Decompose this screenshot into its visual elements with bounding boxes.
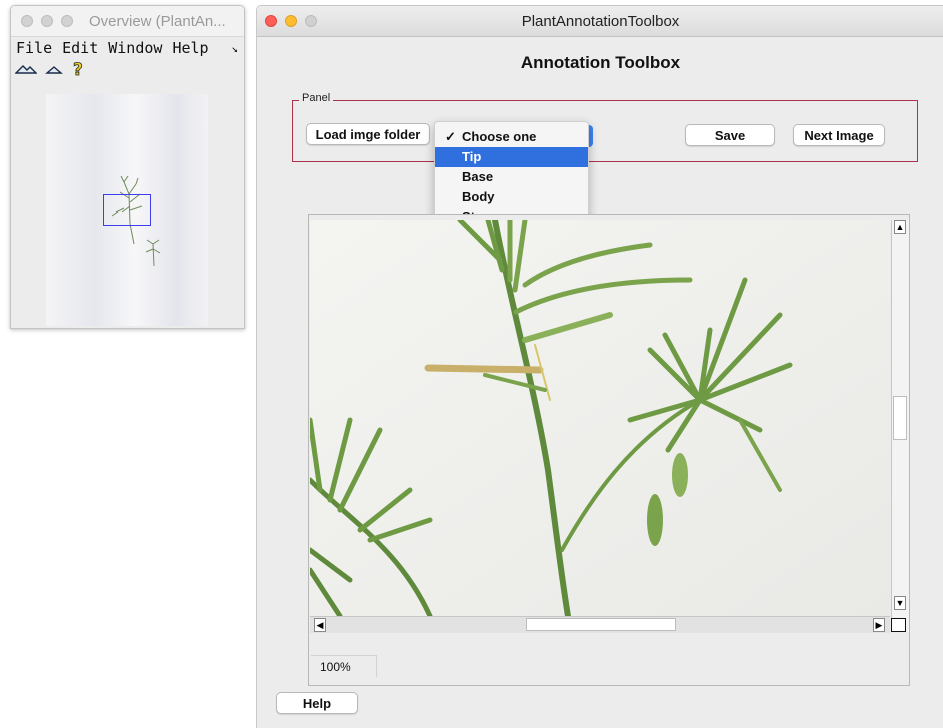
dropdown-option-body[interactable]: Body	[435, 187, 588, 207]
scroll-down-icon[interactable]: ▼	[894, 596, 906, 610]
page-title: Annotation Toolbox	[520, 53, 681, 72]
menu-file[interactable]: File	[16, 39, 52, 57]
zoom-level: 100%	[311, 655, 377, 677]
vertical-scroll-thumb[interactable]	[893, 396, 907, 440]
load-folder-button[interactable]: Load imge folder	[306, 123, 430, 145]
help-button[interactable]: Help	[276, 692, 358, 714]
save-button[interactable]: Save	[685, 124, 775, 146]
horizontal-scroll-thumb[interactable]	[526, 618, 676, 631]
dropdown-option-base[interactable]: Base	[435, 167, 588, 187]
close-button[interactable]	[21, 15, 33, 27]
question-icon[interactable]: ?	[71, 59, 85, 83]
mountain-icon[interactable]	[14, 62, 38, 80]
next-image-button[interactable]: Next Image	[793, 124, 885, 146]
main-window: PlantAnnotationToolbox Annotation Toolbo…	[256, 5, 943, 728]
dropdown-option-tip[interactable]: Tip	[435, 147, 588, 167]
window-title: PlantAnnotationToolbox	[521, 13, 680, 30]
overview-title: Overview (PlantAn...	[89, 13, 226, 30]
horizontal-scrollbar[interactable]: ◀ ▶	[310, 616, 890, 633]
menu-help[interactable]: Help	[172, 39, 208, 57]
image-viewer: ▲ ▼ ◀ ▶ 100%	[308, 214, 910, 686]
overview-toolbar: ?	[11, 59, 244, 83]
plant-image[interactable]	[310, 220, 890, 616]
menu-window[interactable]: Window	[108, 39, 162, 57]
minimize-button[interactable]	[41, 15, 53, 27]
arrow-icon[interactable]: ↘	[231, 42, 238, 55]
menu-edit[interactable]: Edit	[62, 39, 98, 57]
plant-photo	[310, 220, 890, 616]
scroll-left-icon[interactable]: ◀	[314, 618, 326, 632]
overview-menubar: File Edit Window Help ↘	[11, 37, 244, 59]
scroll-corner	[891, 618, 906, 632]
dropdown-option-choose-one[interactable]: Choose one	[435, 127, 588, 147]
viewport-rectangle[interactable]	[103, 194, 151, 226]
mountain-small-icon[interactable]	[45, 62, 63, 80]
svg-text:?: ?	[73, 60, 83, 78]
main-titlebar: PlantAnnotationToolbox	[257, 6, 943, 37]
scroll-right-icon[interactable]: ▶	[873, 618, 885, 632]
panel-label: Panel	[299, 92, 334, 104]
overview-window: Overview (PlantAn... File Edit Window He…	[10, 5, 245, 329]
zoom-button[interactable]	[61, 15, 73, 27]
overview-image[interactable]	[46, 94, 208, 326]
vertical-scrollbar[interactable]: ▲ ▼	[891, 220, 909, 632]
overview-titlebar: Overview (PlantAn...	[11, 6, 244, 37]
scroll-up-icon[interactable]: ▲	[894, 220, 906, 234]
